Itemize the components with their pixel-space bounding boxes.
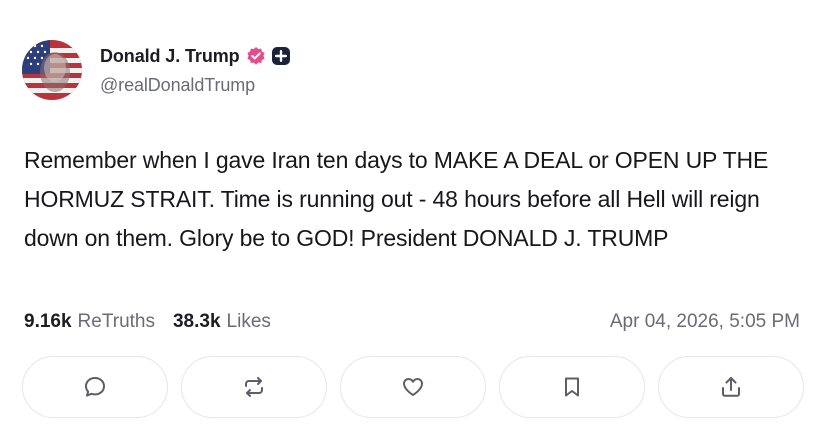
action-bar bbox=[22, 356, 804, 418]
bookmark-button[interactable] bbox=[499, 356, 645, 418]
bookmark-icon bbox=[565, 377, 579, 397]
author-name-row: Donald J. Trump bbox=[100, 44, 291, 68]
avatar[interactable] bbox=[22, 40, 82, 100]
author-handle[interactable]: @realDonaldTrump bbox=[100, 75, 291, 96]
post-header: Donald J. Trump @realDonaldTrump bbox=[22, 40, 291, 100]
post-card: Donald J. Trump @realDonaldTrump Remembe… bbox=[0, 0, 822, 432]
likes-label[interactable]: Likes bbox=[227, 311, 271, 333]
post-stats: 9.16k ReTruths 38.3k Likes Apr 04, 2026,… bbox=[24, 310, 800, 334]
retruths-count[interactable]: 9.16k bbox=[24, 311, 72, 333]
reply-button[interactable] bbox=[22, 356, 168, 418]
repost-arrows-icon bbox=[245, 377, 263, 397]
plus-badge-icon bbox=[271, 46, 291, 66]
post-timestamp[interactable]: Apr 04, 2026, 5:05 PM bbox=[610, 311, 800, 333]
retruth-button[interactable] bbox=[181, 356, 327, 418]
author-names: Donald J. Trump @realDonaldTrump bbox=[100, 44, 291, 96]
share-upload-icon bbox=[722, 377, 740, 397]
post-text: Remember when I gave Iran ten days to MA… bbox=[24, 147, 769, 251]
comment-bubble-icon bbox=[85, 377, 105, 397]
retruths-label[interactable]: ReTruths bbox=[78, 311, 155, 333]
heart-icon bbox=[403, 378, 423, 396]
author-display-name[interactable]: Donald J. Trump bbox=[100, 46, 240, 67]
like-button[interactable] bbox=[340, 356, 486, 418]
verified-check-badge-icon bbox=[246, 46, 266, 66]
avatar-flag-portrait-image bbox=[22, 40, 82, 100]
likes-count[interactable]: 38.3k bbox=[173, 311, 221, 333]
share-button[interactable] bbox=[658, 356, 804, 418]
